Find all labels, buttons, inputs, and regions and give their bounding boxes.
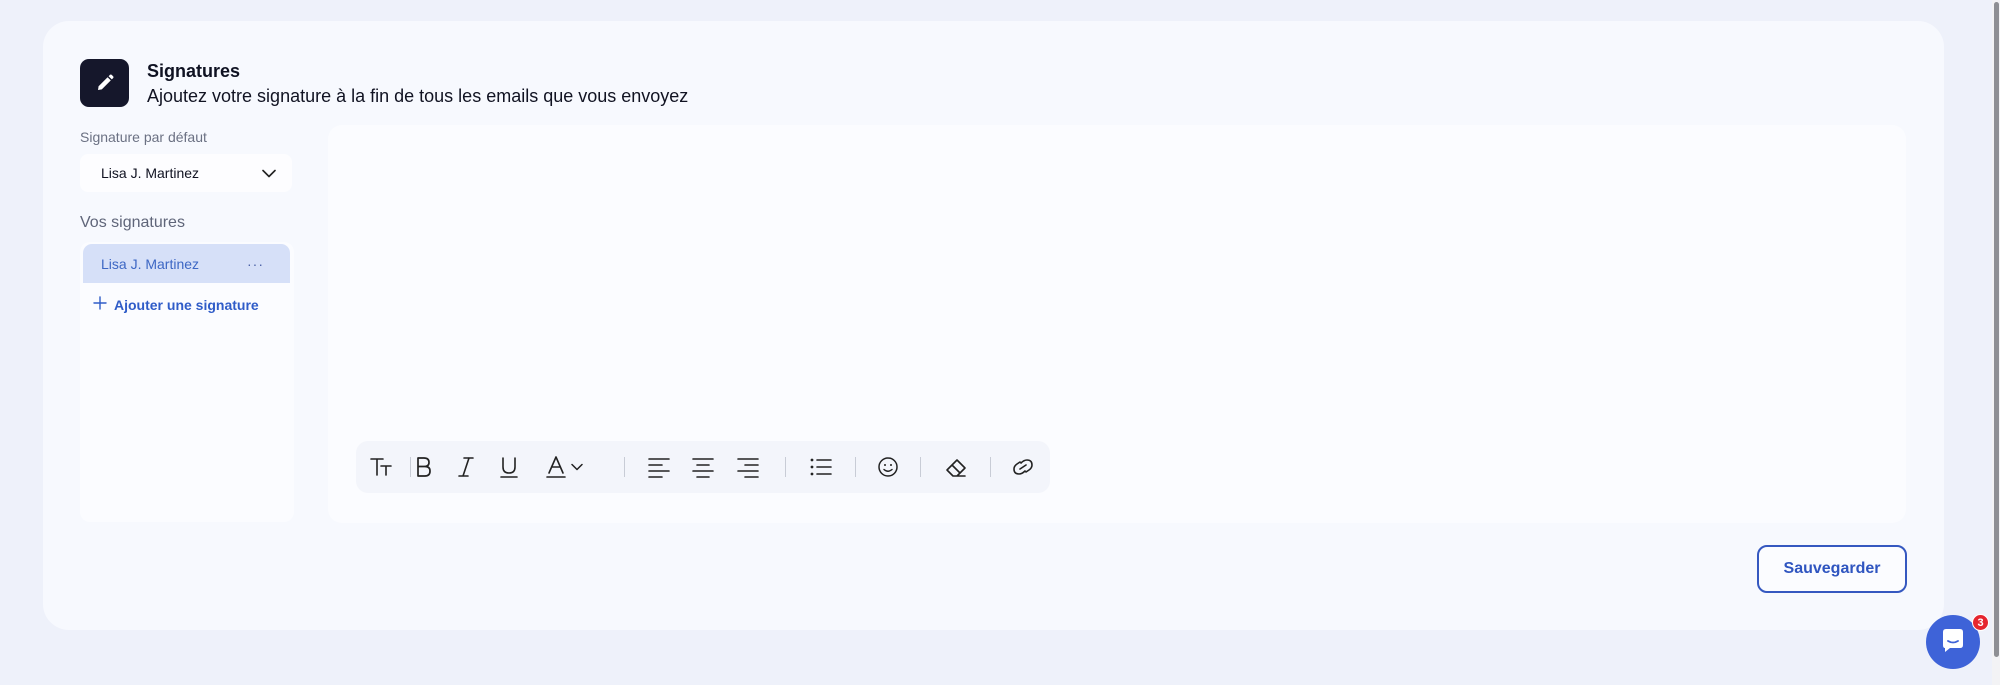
- default-signature-label: Signature par défaut: [80, 129, 207, 145]
- scrollbar-thumb[interactable]: [1994, 2, 1999, 657]
- eraser-icon[interactable]: [941, 452, 971, 482]
- signatures-list-label: Vos signatures: [80, 214, 185, 231]
- bullet-list-icon[interactable]: [806, 452, 836, 482]
- signatures-list: Lisa J. Martinez ··· Ajouter une signatu…: [80, 242, 294, 522]
- signature-item[interactable]: Lisa J. Martinez ···: [83, 244, 290, 283]
- text-color-icon[interactable]: [541, 452, 571, 482]
- italic-icon[interactable]: [451, 452, 481, 482]
- toolbar-separator: [785, 457, 786, 477]
- link-icon[interactable]: [1008, 452, 1038, 482]
- save-button[interactable]: Sauvegarder: [1757, 545, 1907, 593]
- pencil-icon: [80, 59, 129, 107]
- align-right-icon[interactable]: [733, 452, 763, 482]
- chevron-down-icon[interactable]: [569, 452, 585, 482]
- bold-icon[interactable]: [408, 452, 438, 482]
- underline-icon[interactable]: [494, 452, 524, 482]
- add-signature-label: Ajouter une signature: [114, 296, 259, 313]
- toolbar-separator: [990, 457, 991, 477]
- notification-badge: 3: [1972, 614, 1989, 631]
- formatting-toolbar: [356, 441, 1050, 493]
- emoji-icon[interactable]: [873, 452, 903, 482]
- toolbar-separator: [624, 457, 625, 477]
- align-left-icon[interactable]: [644, 452, 674, 482]
- chat-icon: [1940, 627, 1966, 658]
- toolbar-separator: [855, 457, 856, 477]
- page-subtitle: Ajoutez votre signature à la fin de tous…: [147, 86, 689, 106]
- default-signature-select[interactable]: Lisa J. Martinez: [80, 154, 292, 192]
- plus-icon: [93, 296, 107, 313]
- chevron-down-icon: [262, 165, 276, 181]
- default-signature-value: Lisa J. Martinez: [101, 165, 200, 181]
- more-options-icon[interactable]: ···: [247, 256, 264, 272]
- text-size-icon[interactable]: [367, 452, 397, 482]
- signature-item-name: Lisa J. Martinez: [101, 255, 200, 272]
- align-center-icon[interactable]: [688, 452, 718, 482]
- add-signature-button[interactable]: Ajouter une signature: [93, 296, 259, 313]
- page-title: Signatures: [147, 61, 241, 81]
- toolbar-separator: [920, 457, 921, 477]
